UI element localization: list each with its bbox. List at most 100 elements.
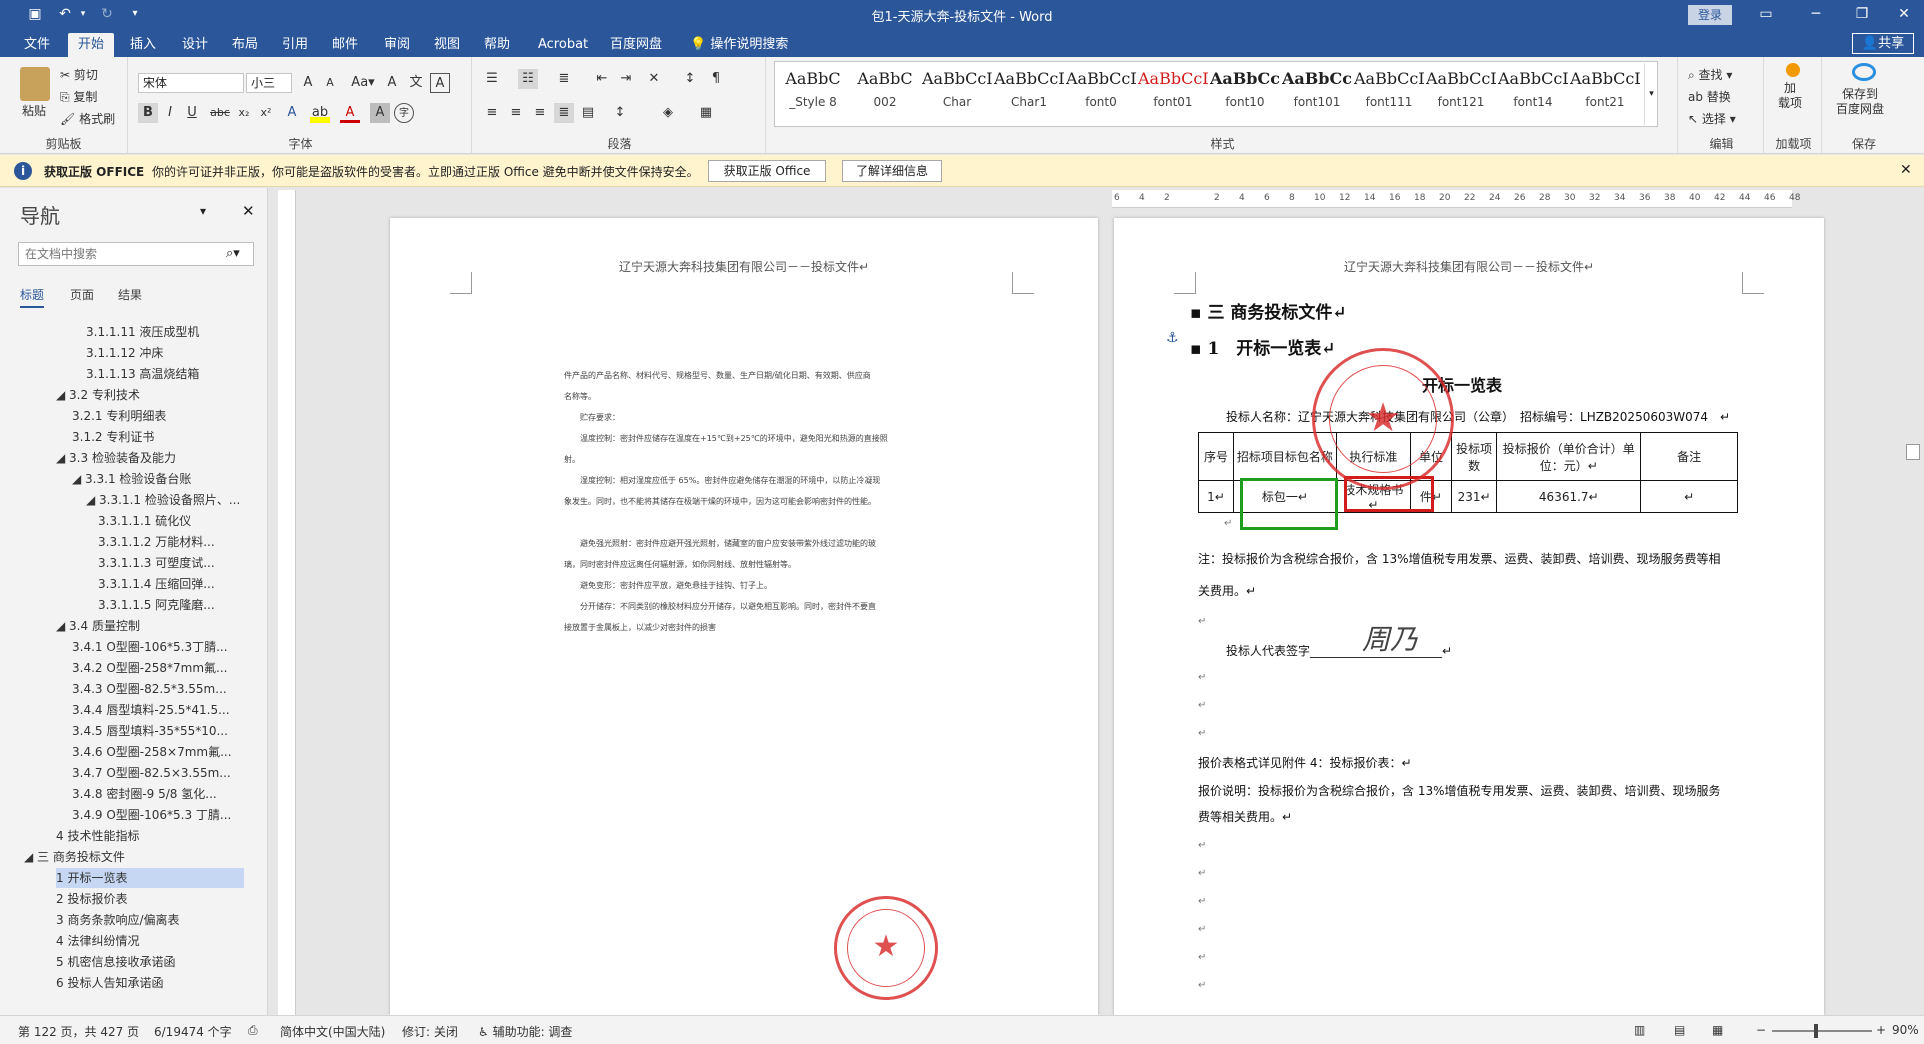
increase-indent-icon[interactable]: ⇥ [616, 69, 636, 89]
nav-heading-item[interactable]: ◢ 3.4 质量控制 [56, 616, 244, 636]
style-item[interactable]: AaBbCcL font21 [1570, 63, 1640, 121]
align-left-icon[interactable]: ≡ [482, 103, 502, 123]
login-button[interactable]: 登录 [1688, 5, 1732, 25]
tab-home[interactable]: 开始 [68, 33, 115, 57]
style-item[interactable]: AaBbCcDc Char1 [994, 63, 1064, 121]
nav-heading-item[interactable]: 3.1.1.12 冲床 [86, 343, 244, 363]
style-item[interactable]: AaBbCcL font121 [1426, 63, 1496, 121]
zoom-level[interactable]: 90% [1892, 1023, 1919, 1037]
format-painter-button[interactable]: 🖌 格式刷 [60, 109, 115, 129]
language[interactable]: 简体中文(中国大陆) [280, 1023, 385, 1040]
strikethrough-icon[interactable]: abc [210, 103, 230, 123]
nav-heading-item[interactable]: 3.4.2 O型圈-258*7mm氟... [72, 658, 244, 678]
nav-options-icon[interactable]: ▾ [200, 204, 206, 218]
nav-heading-item[interactable]: ◢ 3.3.1.1 检验设备照片、... [86, 490, 244, 510]
nav-heading-item[interactable]: 4 技术性能指标 [56, 826, 244, 846]
tab-references[interactable]: 引用 [272, 33, 318, 57]
nav-heading-item[interactable]: 6 投标人告知承诺函 [56, 973, 244, 993]
nav-heading-item[interactable]: ◢ 三 商务投标文件 [24, 847, 244, 867]
minimize-icon[interactable]: ─ [1796, 3, 1836, 25]
style-item[interactable]: AaBbCcI font10 [1210, 63, 1280, 121]
load-addin-button[interactable]: 加 载项 [1778, 81, 1802, 113]
nav-heading-item[interactable]: 3.4.5 唇型填料-35*55*10... [72, 721, 244, 741]
tab-design[interactable]: 设计 [172, 33, 218, 57]
search-icon[interactable]: ⌕▾ [226, 246, 240, 261]
word-count[interactable]: 6/19474 个字 [154, 1023, 232, 1040]
underline-icon[interactable]: U [182, 103, 202, 123]
tab-review[interactable]: 审阅 [374, 33, 420, 57]
nav-heading-item[interactable]: 3.4.8 密封圈-9 5/8 氢化... [72, 784, 244, 804]
tab-file[interactable]: 文件 [14, 33, 60, 57]
nav-heading-item[interactable]: 1 开标一览表 [56, 868, 244, 888]
nav-heading-item[interactable]: 3.4.6 O型圈-258×7mm氟... [72, 742, 244, 762]
style-item[interactable]: AaBbCcDc font0 [1066, 63, 1136, 121]
numbering-icon[interactable]: ☷ [518, 69, 538, 89]
nav-heading-item[interactable]: 4 法律纠纷情况 [56, 931, 244, 951]
shading-icon[interactable]: ◈ [658, 103, 678, 123]
nav-search-input[interactable]: 在文档中搜索 [18, 242, 254, 266]
nav-heading-item[interactable]: 3.1.1.11 液压成型机 [86, 322, 244, 342]
nav-close-icon[interactable]: ✕ [242, 202, 255, 220]
decrease-indent-icon[interactable]: ⇤ [592, 69, 612, 89]
vertical-scrollbar[interactable] [1904, 218, 1922, 1018]
font-color-icon[interactable]: A [340, 103, 360, 123]
char-shading-icon[interactable]: A [370, 103, 390, 123]
nav-heading-item[interactable]: 3.4.3 O型圈-82.5*3.55m... [72, 679, 244, 699]
justify-icon[interactable]: ≣ [554, 103, 574, 123]
accessibility[interactable]: ♿ 辅助功能: 调查 [478, 1023, 572, 1040]
ribbon-display-icon[interactable]: ▭ [1746, 3, 1786, 25]
nav-heading-item[interactable]: 3.4.7 O型圈-82.5×3.55m... [72, 763, 244, 783]
print-layout-icon[interactable]: ▤ [1674, 1023, 1685, 1037]
bold-icon[interactable]: B [138, 103, 158, 123]
select-button[interactable]: ↖ 选择 ▾ [1688, 109, 1736, 129]
line-spacing-icon[interactable]: ↕ [610, 103, 630, 123]
sort-icon[interactable]: ↕ [680, 69, 700, 89]
font-size-select[interactable]: 小三 [246, 73, 292, 93]
nav-tab-results[interactable]: 结果 [118, 286, 142, 303]
infobar-close-icon[interactable]: ✕ [1900, 162, 1912, 178]
web-layout-icon[interactable]: ▦ [1712, 1023, 1723, 1037]
nav-tab-pages[interactable]: 页面 [70, 286, 94, 303]
scroll-thumb[interactable] [1906, 444, 1920, 460]
align-right-icon[interactable]: ≡ [530, 103, 550, 123]
page-count[interactable]: 第 122 页，共 427 页 [18, 1023, 139, 1040]
zoom-thumb[interactable] [1814, 1024, 1818, 1038]
save-baidu-button[interactable]: 保存到 百度网盘 [1836, 87, 1884, 119]
styles-more-icon[interactable]: ▾ [1644, 63, 1658, 125]
nav-heading-item[interactable]: 3.2.1 专利明细表 [72, 406, 244, 426]
phonetic-guide-icon[interactable]: 文 [406, 73, 426, 93]
italic-icon[interactable]: I [160, 103, 180, 123]
read-mode-icon[interactable]: ▥ [1634, 1023, 1645, 1037]
nav-heading-item[interactable]: 3.1.1.13 高温烧结箱 [86, 364, 244, 384]
nav-heading-item[interactable]: 3.3.1.1.1 硫化仪 [98, 511, 244, 531]
zoom-out-icon[interactable]: − [1756, 1023, 1766, 1037]
paste-button[interactable]: 粘贴 [22, 101, 46, 121]
nav-heading-item[interactable]: 3.3.1.1.3 可塑度试... [98, 553, 244, 573]
shrink-font-icon[interactable]: A [320, 73, 340, 93]
tab-view[interactable]: 视图 [424, 33, 470, 57]
bullets-icon[interactable]: ☰ [482, 69, 502, 89]
zoom-slider[interactable] [1772, 1024, 1872, 1038]
style-item[interactable]: AaBbCcDc font01 [1138, 63, 1208, 121]
tab-help[interactable]: 帮助 [474, 33, 520, 57]
zoom-in-icon[interactable]: + [1876, 1023, 1886, 1037]
char-border-icon[interactable]: A [430, 73, 450, 93]
tab-layout[interactable]: 布局 [222, 33, 268, 57]
nav-tab-headings[interactable]: 标题 [20, 286, 45, 308]
nav-heading-item[interactable]: 3.4.1 O型圈-106*5.3丁腈... [72, 637, 244, 657]
subscript-icon[interactable]: x₂ [234, 103, 254, 123]
tell-me-search[interactable]: 💡 操作说明搜索 [680, 33, 798, 57]
close-icon[interactable]: ✕ [1884, 3, 1924, 25]
nav-heading-item[interactable]: 3.3.1.1.4 压缩回弹... [98, 574, 244, 594]
nav-heading-item[interactable]: ◢ 3.3 检验装备及能力 [56, 448, 244, 468]
highlight-icon[interactable]: ab [310, 103, 330, 123]
replace-button[interactable]: ab 替换 [1688, 87, 1731, 107]
multilevel-list-icon[interactable]: ≣ [554, 69, 574, 89]
proofing-icon[interactable]: ⎙ [248, 1023, 258, 1038]
cut-button[interactable]: ✂ 剪切 [60, 65, 98, 85]
superscript-icon[interactable]: x² [256, 103, 276, 123]
track-changes[interactable]: 修订: 关闭 [402, 1023, 458, 1040]
distributed-icon[interactable]: ▤ [578, 103, 598, 123]
enclose-char-icon[interactable]: 字 [394, 103, 414, 123]
change-case-icon[interactable]: Aa▾ [348, 73, 378, 93]
